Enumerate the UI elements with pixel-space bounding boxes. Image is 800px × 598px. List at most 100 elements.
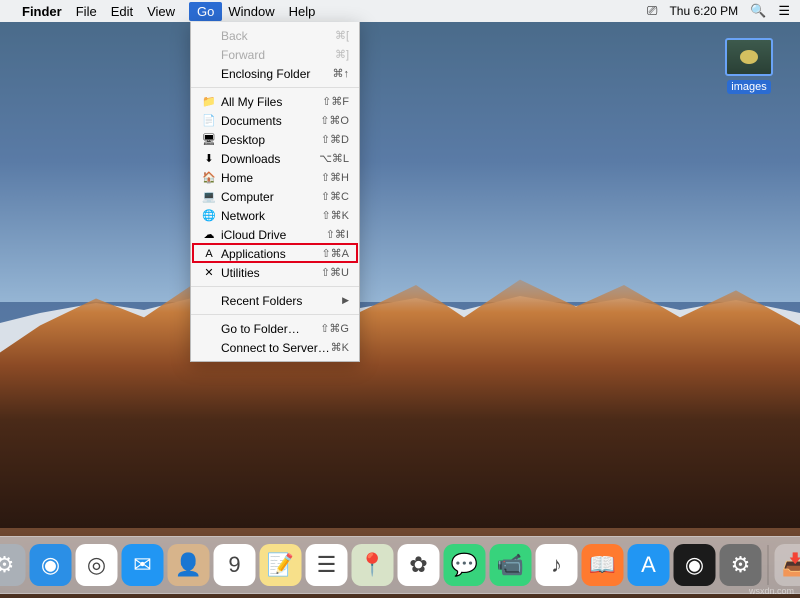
dock-downloads-icon[interactable]: 📥 — [775, 544, 800, 586]
spotlight-icon[interactable]: 🔍 — [750, 3, 766, 19]
dock-itunes-icon[interactable]: ♪ — [536, 544, 578, 586]
shortcut-label: ⇧⌘G — [320, 322, 349, 335]
menuitem-go-to-folder-[interactable]: Go to Folder…⇧⌘G — [191, 319, 359, 338]
dock-messages-icon[interactable]: 💬 — [444, 544, 486, 586]
shortcut-label: ⌘K — [331, 341, 349, 354]
shortcut-label: ⇧⌘I — [326, 228, 349, 241]
dock-notes-icon[interactable]: 📝 — [260, 544, 302, 586]
notification-center-icon[interactable]: ☰ — [778, 3, 790, 19]
submenu-arrow-icon: ▶ — [342, 295, 349, 306]
menuitem-icloud-drive[interactable]: ☁ iCloud Drive⇧⌘I — [191, 225, 359, 244]
network-icon: 🌐 — [201, 209, 217, 222]
menuitem-label: Enclosing Folder — [221, 67, 333, 81]
shortcut-label: ⌘↑ — [333, 67, 350, 80]
dock-maps-icon[interactable]: 📍 — [352, 544, 394, 586]
dock-siri-icon[interactable]: ◉ — [674, 544, 716, 586]
airplay-icon[interactable]: ⎚ — [647, 3, 657, 19]
shortcut-label: ⇧⌘K — [321, 209, 349, 222]
menu-edit[interactable]: Edit — [111, 4, 133, 19]
documents-icon: 📄 — [201, 114, 217, 127]
go-menu-dropdown: Back⌘[Forward⌘]Enclosing Folder⌘↑📁All My… — [190, 22, 360, 362]
menu-help[interactable]: Help — [289, 4, 316, 19]
menuitem-utilities[interactable]: ✕ Utilities⇧⌘U — [191, 263, 359, 282]
menuitem-label: Back — [221, 29, 335, 43]
menuitem-label: Network — [221, 209, 321, 223]
file-thumbnail — [725, 38, 773, 76]
menuitem-label: Documents — [221, 114, 320, 128]
menu-separator — [191, 286, 359, 287]
menubar-right: ⎚ Thu 6:20 PM 🔍 ☰ — [647, 3, 790, 19]
app-name[interactable]: Finder — [22, 4, 62, 19]
menuitem-label: Computer — [221, 190, 321, 204]
shortcut-label: ⌘] — [335, 48, 349, 61]
shortcut-label: ⇧⌘C — [321, 190, 349, 203]
menuitem-label: All My Files — [221, 95, 322, 109]
menu-file[interactable]: File — [76, 4, 97, 19]
menubar: Finder File Edit View Go Window Help ⎚ Thu 6:… — [0, 0, 800, 22]
dock-reminders-icon[interactable]: ☰ — [306, 544, 348, 586]
downloads-icon: ⬇ — [201, 152, 217, 165]
shortcut-label: ⇧⌘O — [320, 114, 349, 127]
shortcut-label: ⇧⌘F — [322, 95, 349, 108]
desktop-icon: 🖥 — [201, 133, 217, 146]
menuitem-label: Connect to Server… — [221, 341, 331, 355]
wallpaper-sky — [0, 22, 800, 302]
shortcut-label: ⇧⌘D — [321, 133, 349, 146]
computer-icon: 💻 — [201, 190, 217, 203]
menuitem-computer[interactable]: 💻 Computer⇧⌘C — [191, 187, 359, 206]
menuitem-label: Home — [221, 171, 321, 185]
menuitem-label: Recent Folders — [221, 294, 342, 308]
desktop-screen: Finder File Edit View Go Window Help ⎚ Thu 6:… — [0, 0, 800, 598]
dock-appstore-icon[interactable]: A — [628, 544, 670, 586]
menu-go[interactable]: Go — [189, 2, 222, 21]
menuitem-forward: Forward⌘] — [191, 45, 359, 64]
dock-launchpad-icon[interactable]: ⚙ — [0, 544, 26, 586]
menuitem-label: Utilities — [221, 266, 321, 280]
dock-mail-icon[interactable]: ✉ — [122, 544, 164, 586]
icloud-drive-icon: ☁ — [201, 228, 217, 241]
dock-chrome-icon[interactable]: ◎ — [76, 544, 118, 586]
dock-calendar-icon[interactable]: 9 — [214, 544, 256, 586]
dock-facetime-icon[interactable]: 📹 — [490, 544, 532, 586]
dock-separator — [768, 545, 769, 585]
watermark: wsxdn.com — [749, 586, 794, 596]
utilities-icon: ✕ — [201, 266, 217, 279]
menuitem-connect-to-server-[interactable]: Connect to Server…⌘K — [191, 338, 359, 357]
menu-view[interactable]: View — [147, 4, 175, 19]
menuitem-label: Go to Folder… — [221, 322, 320, 336]
menuitem-downloads[interactable]: ⬇Downloads⌥⌘L — [191, 149, 359, 168]
menuitem-documents[interactable]: 📄 Documents⇧⌘O — [191, 111, 359, 130]
menu-separator — [191, 87, 359, 88]
menuitem-label: Applications — [221, 247, 321, 261]
menu-window[interactable]: Window — [228, 4, 274, 19]
shortcut-label: ⇧⌘H — [321, 171, 349, 184]
shortcut-label: ⌘[ — [335, 29, 349, 42]
all-my-files-icon: 📁 — [201, 95, 217, 108]
menuitem-home[interactable]: 🏠 Home⇧⌘H — [191, 168, 359, 187]
menuitem-recent-folders[interactable]: Recent Folders▶ — [191, 291, 359, 310]
shortcut-label: ⌥⌘L — [319, 152, 349, 165]
menuitem-label: Forward — [221, 48, 335, 62]
shortcut-label: ⇧⌘A — [321, 247, 349, 260]
menuitem-enclosing-folder[interactable]: Enclosing Folder⌘↑ — [191, 64, 359, 83]
dock-ibooks-icon[interactable]: 📖 — [582, 544, 624, 586]
menu-separator — [191, 314, 359, 315]
dock-photos-icon[interactable]: ✿ — [398, 544, 440, 586]
dock-contacts-icon[interactable]: 👤 — [168, 544, 210, 586]
menuitem-desktop[interactable]: 🖥 Desktop⇧⌘D — [191, 130, 359, 149]
menuitem-label: iCloud Drive — [221, 228, 326, 242]
home-icon: 🏠 — [201, 171, 217, 184]
clock[interactable]: Thu 6:20 PM — [669, 4, 738, 18]
shortcut-label: ⇧⌘U — [321, 266, 349, 279]
applications-icon: A — [201, 248, 217, 260]
menuitem-label: Desktop — [221, 133, 321, 147]
file-label: images — [727, 80, 770, 94]
dock: ☺⚙◉◎✉👤9📝☰📍✿💬📹♪📖A◉⚙📥🗑 — [0, 536, 800, 594]
menuitem-back: Back⌘[ — [191, 26, 359, 45]
desktop-file-images[interactable]: images — [720, 38, 778, 95]
dock-preferences-icon[interactable]: ⚙ — [720, 544, 762, 586]
menuitem-all-my-files[interactable]: 📁 All My Files⇧⌘F — [191, 92, 359, 111]
dock-safari-icon[interactable]: ◉ — [30, 544, 72, 586]
menuitem-network[interactable]: 🌐 Network⇧⌘K — [191, 206, 359, 225]
menuitem-applications[interactable]: A Applications⇧⌘A — [191, 244, 359, 263]
